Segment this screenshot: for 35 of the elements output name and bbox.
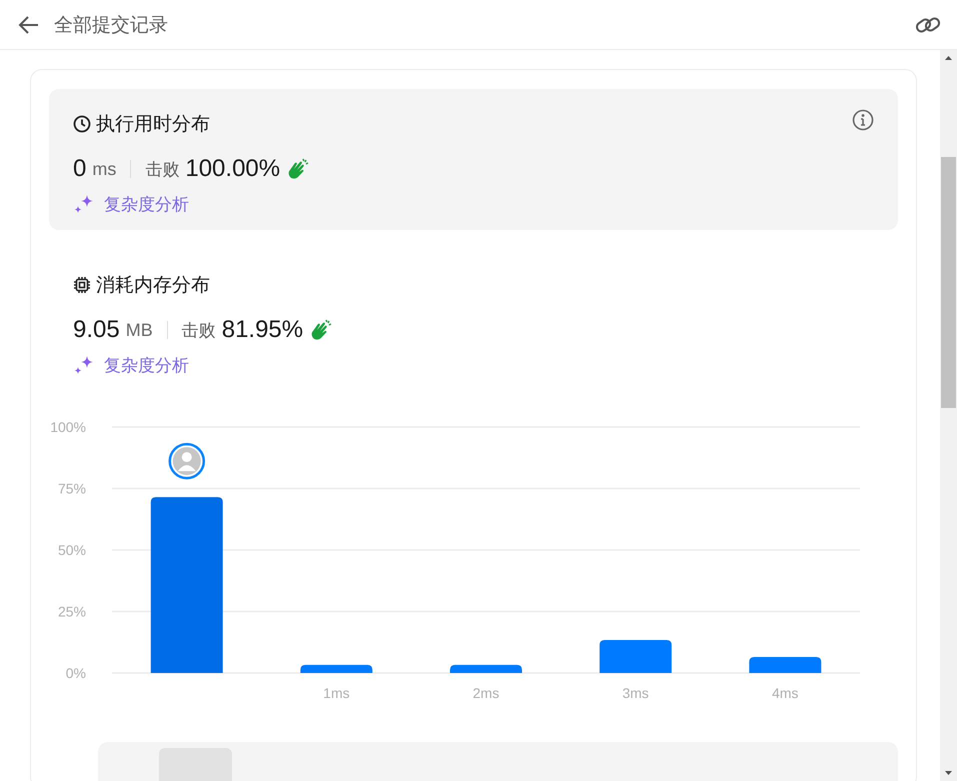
unit-label: ms (92, 158, 116, 180)
complexity-analysis-link[interactable]: 复杂度分析 (73, 354, 874, 377)
axis-label: 0% (66, 665, 86, 681)
scroll-thumb[interactable] (941, 157, 956, 408)
axis-label: 75% (58, 480, 86, 496)
stat-value: 0 (73, 155, 86, 183)
stat-value: 9.05 (73, 316, 120, 344)
scrollbar[interactable] (940, 50, 957, 781)
beat-percent: 81.95% (222, 316, 304, 344)
unit-label: MB (126, 320, 153, 340)
user-avatar (168, 442, 206, 480)
complexity-analysis-link[interactable]: 复杂度分析 (73, 193, 874, 216)
clapping-hands-icon (286, 158, 310, 180)
chip-icon (73, 276, 91, 294)
section-title: 执行用时分布 (96, 113, 210, 137)
axis-label: 25% (58, 604, 86, 620)
axis-label: 2ms (472, 685, 500, 701)
stat-section[interactable]: 消耗内存分布 9.05 MB 击败 81.95% 复杂度分析 (49, 250, 898, 391)
axis-label: 4ms (772, 685, 798, 701)
clapping-hands-icon (309, 319, 334, 341)
clock-icon (73, 115, 91, 133)
beat-percent: 100.00% (185, 155, 280, 183)
bar[interactable] (450, 664, 522, 673)
axis-label: 50% (58, 542, 86, 558)
axis-label: 1ms (323, 685, 350, 701)
beat-label: 击败 (145, 158, 180, 180)
stat-panel[interactable]: 执行用时分布 0 ms 击败 100.00% 复杂度分析 (49, 89, 898, 230)
section-title: 消耗内存分布 (96, 274, 210, 298)
bar[interactable] (300, 664, 372, 673)
info-icon[interactable] (852, 109, 874, 131)
beat-label: 击败 (182, 320, 216, 342)
back-arrow-icon[interactable] (18, 14, 40, 36)
axis-label: 3ms (622, 685, 649, 701)
axis-label: 100% (50, 419, 86, 435)
page-title: 全部提交记录 (54, 14, 169, 38)
